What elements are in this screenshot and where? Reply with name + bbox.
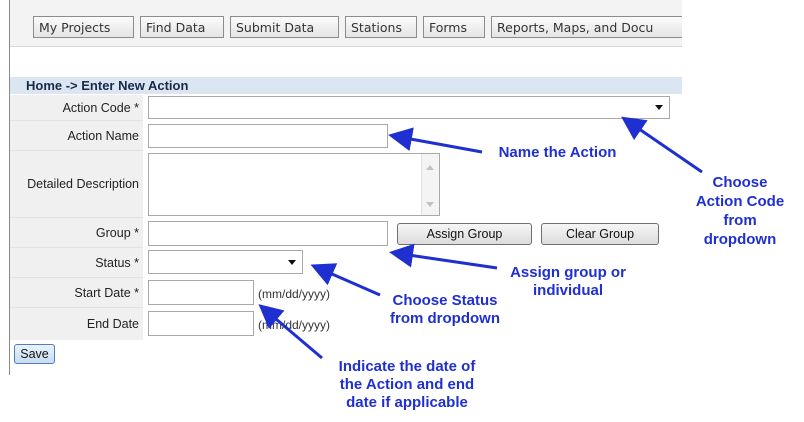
chevron-down-icon xyxy=(655,105,663,110)
clear-group-button[interactable]: Clear Group xyxy=(541,223,659,245)
textarea-scrollbar[interactable] xyxy=(421,154,439,215)
arrow-name-action xyxy=(388,127,483,154)
status-select[interactable] xyxy=(148,250,303,274)
chevron-down-icon xyxy=(288,260,296,265)
assign-group-button[interactable]: Assign Group xyxy=(397,223,532,245)
group-label: Group * xyxy=(10,218,143,248)
description-textarea[interactable] xyxy=(148,153,440,216)
save-button[interactable]: Save xyxy=(14,344,55,364)
end-date-input[interactable] xyxy=(148,311,254,336)
breadcrumb: Home -> Enter New Action xyxy=(26,78,189,93)
action-code-select[interactable] xyxy=(148,96,670,119)
start-date-label: Start Date * xyxy=(10,278,143,308)
annotation-name-action: Name the Action xyxy=(498,144,617,161)
status-label: Status * xyxy=(10,248,143,278)
start-date-format-hint: (mm/dd/yyyy) xyxy=(258,287,330,301)
tab-find-data[interactable]: Find Data xyxy=(140,16,224,38)
tab-my-projects[interactable]: My Projects xyxy=(33,16,134,38)
scroll-up-icon xyxy=(426,165,434,170)
annotation-indicate-date: Indicate the date of the Action and end … xyxy=(338,358,476,411)
action-name-label: Action Name xyxy=(10,121,143,151)
tab-stations[interactable]: Stations xyxy=(345,16,417,38)
end-date-format-hint: (mm/dd/yyyy) xyxy=(258,318,330,332)
annotation-choose-code: Choose Action Code from dropdown xyxy=(695,174,785,248)
scroll-down-icon xyxy=(426,202,434,207)
end-date-label: End Date xyxy=(10,308,143,340)
start-date-input[interactable] xyxy=(148,280,254,305)
arrow-action-code xyxy=(621,116,703,174)
arrow-indicate-date xyxy=(258,304,323,360)
tab-reports-maps-docs[interactable]: Reports, Maps, and Docu xyxy=(491,16,682,38)
group-input[interactable] xyxy=(148,221,388,246)
action-name-input[interactable] xyxy=(148,124,388,148)
annotation-choose-status: Choose Status from dropdown xyxy=(390,292,500,327)
tab-forms[interactable]: Forms xyxy=(423,16,485,38)
arrow-assign-group xyxy=(389,243,498,270)
description-label: Detailed Description xyxy=(10,151,143,218)
tab-submit-data[interactable]: Submit Data xyxy=(230,16,339,38)
action-code-label: Action Code * xyxy=(10,95,143,121)
